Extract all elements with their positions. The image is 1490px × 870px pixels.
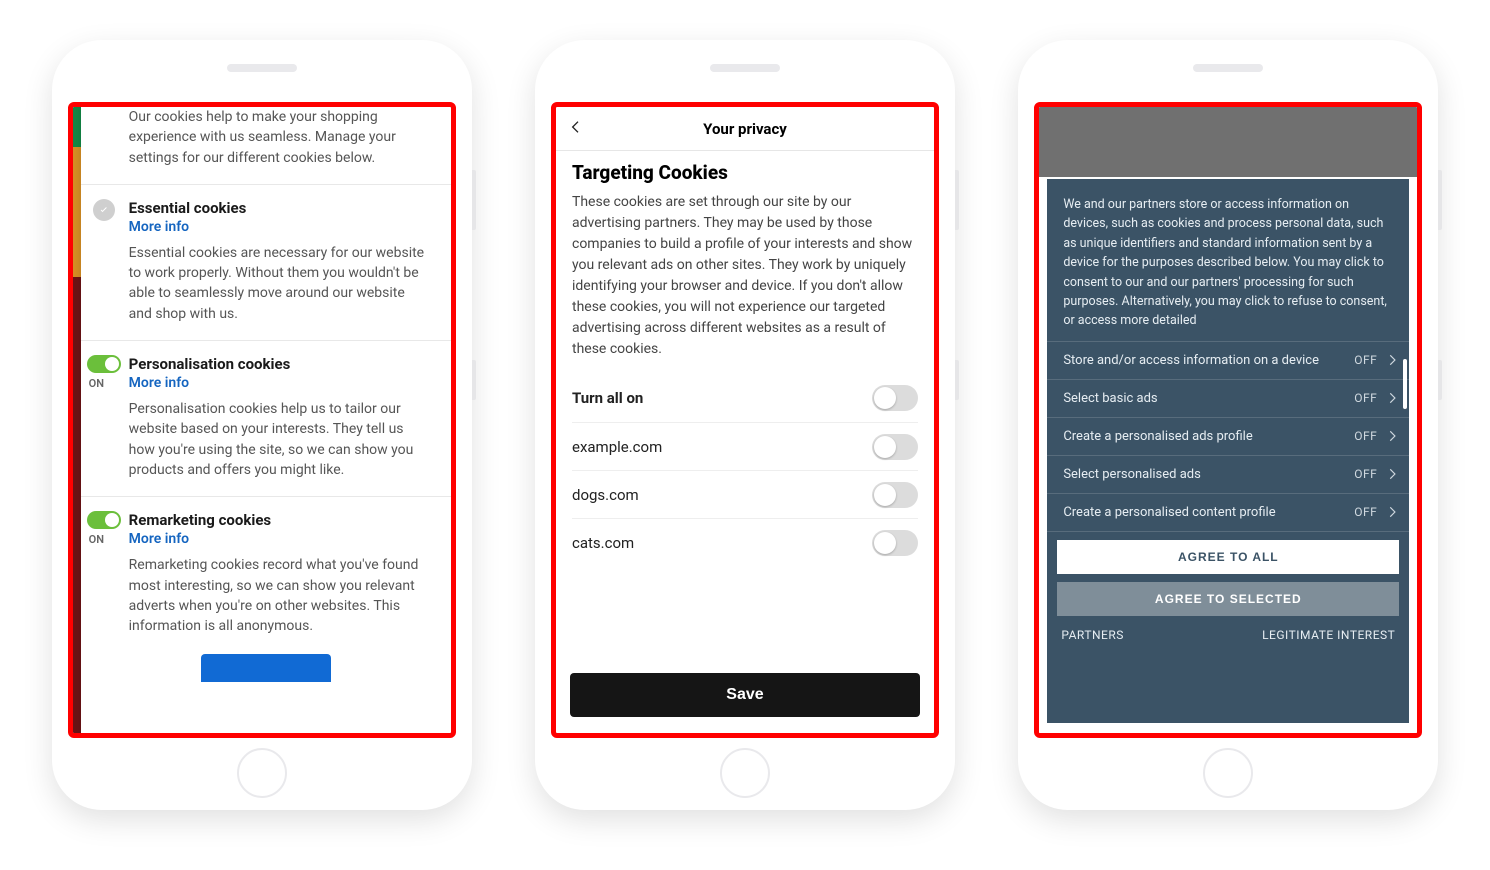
consent-label: Create a personalised content profile: [1063, 505, 1275, 520]
domain-toggle[interactable]: [872, 530, 918, 556]
consent-label: Select basic ads: [1063, 391, 1157, 406]
off-state: OFF: [1354, 467, 1377, 481]
phone-side-button: [1438, 170, 1442, 230]
essential-title: Essential cookies: [129, 199, 425, 217]
remarketing-title: Remarketing cookies: [129, 511, 425, 529]
phone-2: Your privacy Targeting Cookies These coo…: [535, 40, 955, 810]
toggle-on-label: ON: [89, 377, 104, 390]
off-state: OFF: [1354, 505, 1377, 519]
consent-panel: We and our partners store or access info…: [1047, 179, 1409, 723]
remarketing-desc: Remarketing cookies record what you've f…: [129, 555, 425, 636]
phone-3: We and our partners store or access info…: [1018, 40, 1438, 810]
header-title: Your privacy: [703, 120, 787, 138]
check-icon: [93, 199, 115, 221]
off-state: OFF: [1354, 353, 1377, 367]
background-bar: [1039, 107, 1417, 177]
essential-desc: Essential cookies are necessary for our …: [129, 243, 425, 324]
screen-highlight-box: Our cookies help to make your shopping e…: [68, 102, 456, 738]
consent-label: Create a personalised ads profile: [1063, 429, 1252, 444]
domain-row: cats.com: [572, 518, 918, 566]
consent-intro: We and our partners store or access info…: [1047, 179, 1409, 341]
personalisation-title: Personalisation cookies: [129, 355, 425, 373]
off-state: OFF: [1354, 429, 1377, 443]
personalisation-toggle[interactable]: [87, 355, 121, 373]
consent-label: Store and/or access information on a dev…: [1063, 353, 1319, 368]
back-icon[interactable]: [568, 119, 588, 139]
toggle-on-label: ON: [89, 533, 104, 546]
essential-cookies-block: Essential cookies More info Essential co…: [81, 184, 451, 340]
remarketing-toggle[interactable]: [87, 511, 121, 529]
off-state: OFF: [1354, 391, 1377, 405]
consent-label: Select personalised ads: [1063, 467, 1201, 482]
save-button[interactable]: Save: [570, 673, 920, 717]
turn-all-on-label: Turn all on: [572, 389, 643, 407]
consent-row[interactable]: Select basic ads OFF: [1047, 379, 1409, 417]
cookie-settings-panel: Our cookies help to make your shopping e…: [81, 107, 451, 733]
legitimate-interest-link[interactable]: LEGITIMATE INTEREST: [1262, 628, 1395, 642]
chevron-right-icon: [1385, 505, 1399, 519]
consent-row[interactable]: Create a personalised ads profile OFF: [1047, 417, 1409, 455]
domain-row: dogs.com: [572, 470, 918, 518]
consent-row[interactable]: Select personalised ads OFF: [1047, 455, 1409, 493]
phone-side-button: [955, 360, 959, 400]
more-info-link[interactable]: More info: [129, 531, 189, 547]
consent-row[interactable]: Create a personalised content profile OF…: [1047, 493, 1409, 531]
chevron-right-icon: [1385, 429, 1399, 443]
primary-button[interactable]: [201, 654, 331, 682]
chevron-right-icon: [1385, 391, 1399, 405]
phone-side-button: [472, 360, 476, 400]
domain-row: example.com: [572, 422, 918, 470]
phone-side-button: [955, 170, 959, 230]
scrollbar-thumb[interactable]: [1403, 359, 1407, 409]
phone-1: Our cookies help to make your shopping e…: [52, 40, 472, 810]
screen-highlight-box: We and our partners store or access info…: [1034, 102, 1422, 738]
domain-toggle[interactable]: [872, 434, 918, 460]
phone-side-button: [472, 170, 476, 230]
targeting-explain: These cookies are set through our site b…: [572, 192, 918, 360]
more-info-link[interactable]: More info: [129, 219, 189, 235]
partners-link[interactable]: PARTNERS: [1061, 628, 1124, 642]
modal-header: Your privacy: [556, 107, 934, 151]
phone-side-button: [1438, 360, 1442, 400]
domain-label: dogs.com: [572, 486, 639, 504]
chevron-right-icon: [1385, 353, 1399, 367]
agree-to-all-button[interactable]: AGREE TO ALL: [1057, 540, 1399, 574]
domain-label: example.com: [572, 438, 662, 456]
personalisation-cookies-block: ON Personalisation cookies More info Per…: [81, 340, 451, 496]
domain-toggle[interactable]: [872, 482, 918, 508]
agree-to-selected-button[interactable]: AGREE TO SELECTED: [1057, 582, 1399, 616]
remarketing-cookies-block: ON Remarketing cookies More info Remarke…: [81, 496, 451, 652]
domain-label: cats.com: [572, 534, 634, 552]
chevron-right-icon: [1385, 467, 1399, 481]
targeting-body: Targeting Cookies These cookies are set …: [556, 151, 934, 566]
intro-text: Our cookies help to make your shopping e…: [81, 107, 451, 184]
primary-button-strip: [81, 652, 451, 682]
turn-all-on-toggle[interactable]: [872, 385, 918, 411]
personalisation-desc: Personalisation cookies help us to tailo…: [129, 399, 425, 480]
consent-row[interactable]: Store and/or access information on a dev…: [1047, 341, 1409, 379]
targeting-heading: Targeting Cookies: [572, 161, 918, 184]
turn-all-on-row: Turn all on: [572, 374, 918, 422]
more-info-link[interactable]: More info: [129, 375, 189, 391]
screen-highlight-box: Your privacy Targeting Cookies These coo…: [551, 102, 939, 738]
